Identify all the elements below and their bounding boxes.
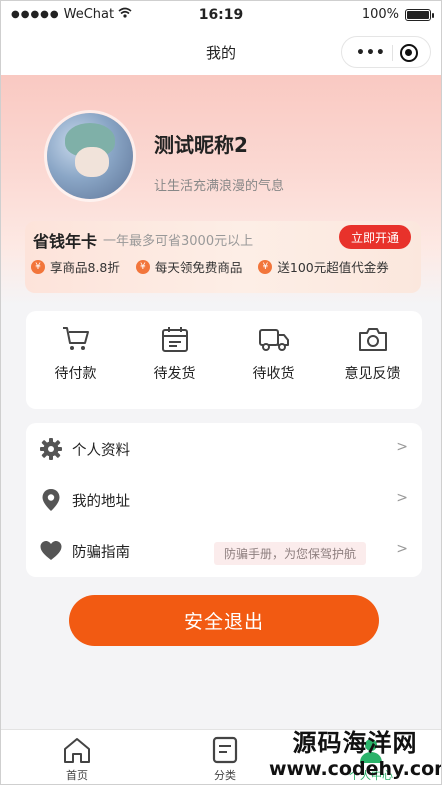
tab-label: 首页 [66, 769, 88, 782]
order-feedback[interactable]: 意见反馈 [323, 325, 422, 383]
watermark: 源码海洋网 www.codehy.com [269, 729, 441, 781]
more-icon[interactable]: ••• [356, 45, 386, 61]
capsule-divider [392, 45, 393, 61]
logout-button[interactable]: 安全退出 [69, 595, 379, 646]
nav-bar: 我的 ••• [1, 29, 441, 75]
order-label: 待付款 [54, 366, 97, 382]
chevron-right-icon: > [396, 541, 408, 557]
coupon-icon: ¥ [135, 259, 150, 274]
watermark-line2: www.codehy.com [269, 758, 442, 780]
category-icon [212, 736, 238, 764]
home-icon [64, 738, 90, 763]
order-pending-receipt[interactable]: 待收货 [224, 325, 323, 383]
settings-item-label: 防骗指南 [72, 545, 130, 561]
perk-label: 每天领免费商品 [154, 260, 243, 275]
battery-icon [405, 8, 434, 21]
chevron-right-icon: > [396, 490, 408, 506]
phone-screen: ●●●●● WeChat 16:19 100% 我的 ••• 测试昵称2 让生活… [0, 0, 442, 785]
anti-fraud-tag: 防骗手册，为您保驾护航 [214, 542, 367, 565]
settings-item-label: 个人资料 [72, 443, 130, 459]
coupon-icon: ¥ [258, 259, 273, 274]
bio: 让生活充满浪漫的气息 [154, 179, 285, 194]
perk-label: 享商品8.8折 [50, 260, 120, 275]
order-pending-payment[interactable]: 待付款 [26, 325, 125, 383]
status-bar: ●●●●● WeChat 16:19 100% [1, 1, 441, 29]
settings-item-label: 我的地址 [72, 494, 130, 510]
nickname: 测试昵称2 [154, 133, 248, 157]
location-pin-icon [39, 488, 63, 516]
perk-item: ¥ 每天领免费商品 [135, 257, 243, 276]
heart-icon [39, 539, 63, 567]
tab-home[interactable]: 首页 [37, 736, 117, 783]
perk-label: 送100元超值代金券 [277, 260, 389, 275]
calendar-icon [161, 327, 188, 352]
settings-item-address[interactable]: 我的地址 > [26, 474, 422, 525]
watermark-line1: 源码海洋网 [292, 729, 418, 757]
status-right: 100% [361, 7, 434, 22]
avatar[interactable] [47, 113, 133, 199]
battery-percent: 100% [361, 7, 399, 22]
order-label: 待发货 [153, 366, 196, 382]
tab-category[interactable]: 分类 [185, 736, 265, 783]
settings-list: 个人资料 > 我的地址 > 防骗指南 防骗手册，为您保驾护航 > [26, 423, 422, 577]
settings-item-profile[interactable]: 个人资料 > [26, 423, 422, 474]
settings-item-anti-fraud[interactable]: 防骗指南 防骗手册，为您保驾护航 > [26, 525, 422, 576]
coupon-icon: ¥ [31, 259, 45, 274]
order-label: 意见反馈 [344, 366, 401, 382]
order-shortcuts: 待付款 待发货 待收货 意见反馈 [26, 311, 422, 409]
perk-item: ¥ 享商品8.8折 [31, 257, 120, 276]
truck-icon [258, 329, 289, 351]
miniprogram-capsule: ••• [341, 36, 431, 68]
open-now-button[interactable]: 立即开通 [339, 225, 411, 249]
gear-icon [39, 437, 63, 465]
saving-card-title: 省钱年卡 [33, 232, 98, 251]
saving-card-subtitle: 一年最多可省3000元以上 [103, 234, 254, 249]
order-pending-shipment[interactable]: 待发货 [125, 325, 224, 383]
tab-label: 分类 [214, 769, 236, 782]
close-target-icon[interactable] [400, 44, 418, 62]
chevron-right-icon: > [396, 439, 408, 455]
perk-list: ¥ 享商品8.8折 ¥ 每天领免费商品 ¥ 送100元超值代金券 [31, 257, 415, 276]
saving-card[interactable]: 省钱年卡 一年最多可省3000元以上 立即开通 ¥ 享商品8.8折 ¥ 每天领免… [25, 221, 421, 293]
camera-icon [358, 328, 387, 351]
cart-icon [62, 327, 89, 350]
order-label: 待收货 [252, 366, 295, 382]
perk-item: ¥ 送100元超值代金券 [258, 257, 389, 276]
